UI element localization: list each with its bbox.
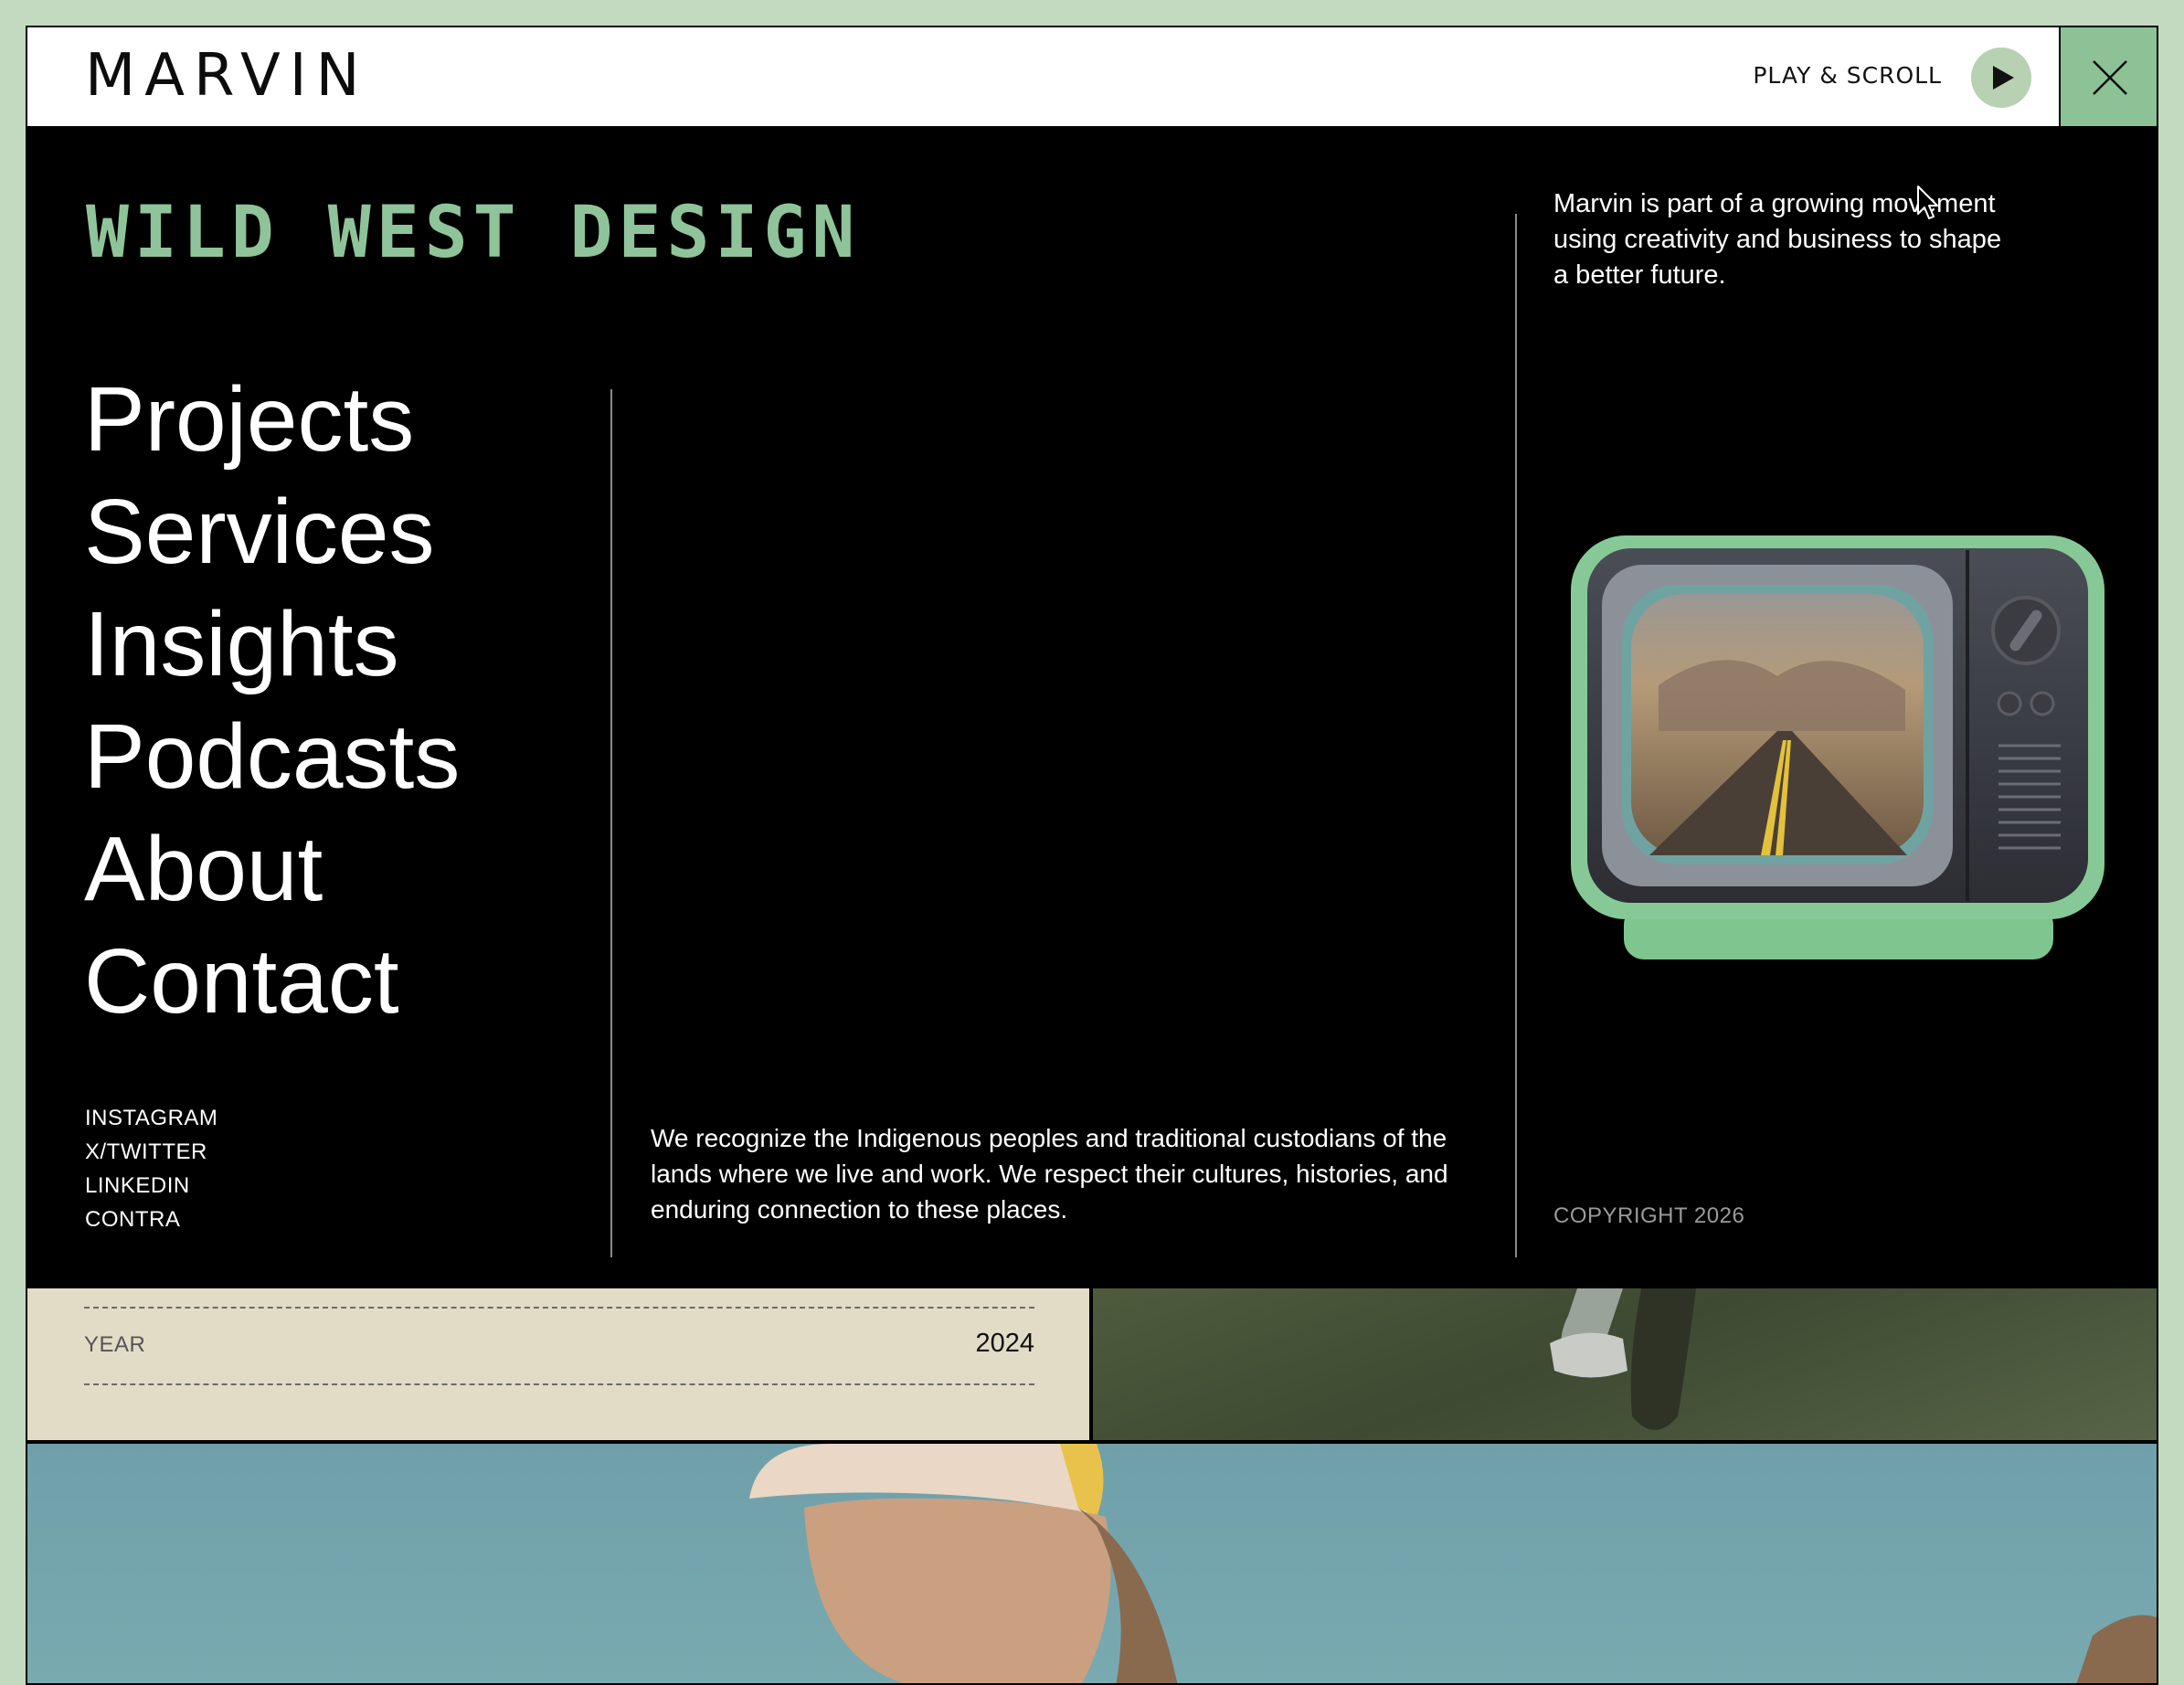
play-button[interactable] bbox=[1971, 48, 2031, 108]
play-icon bbox=[1993, 66, 2014, 90]
divider-right bbox=[1515, 214, 1517, 1257]
social-link-instagram[interactable]: INSTAGRAM bbox=[85, 1101, 217, 1135]
social-link-contra[interactable]: CONTRA bbox=[85, 1203, 217, 1236]
play-scroll-label[interactable]: PLAY & SCROLL bbox=[1753, 62, 1942, 89]
nav-item-about[interactable]: About bbox=[84, 813, 460, 926]
year-label: YEAR bbox=[84, 1332, 146, 1357]
close-icon bbox=[2093, 60, 2127, 95]
portrait-illustration bbox=[749, 1444, 2157, 1683]
close-menu-button[interactable] bbox=[2059, 27, 2157, 126]
land-acknowledgement: We recognize the Indigenous peoples and … bbox=[651, 1124, 1448, 1224]
social-link-linkedin[interactable]: LINKEDIN bbox=[85, 1169, 217, 1203]
year-row: YEAR 2024 bbox=[84, 1307, 1034, 1385]
company-blurb: Marvin is part of a growing movement usi… bbox=[1553, 189, 2002, 290]
shoe-illustration bbox=[1550, 1288, 1696, 1430]
divider-left bbox=[610, 389, 612, 1257]
year-value: 2024 bbox=[975, 1329, 1034, 1358]
nav-item-projects[interactable]: Projects bbox=[84, 364, 460, 476]
copyright-text: COPYRIGHT 2026 bbox=[1553, 1203, 1745, 1228]
social-links: INSTAGRAM X/TWITTER LINKEDIN CONTRA bbox=[85, 1101, 217, 1236]
nav-item-insights[interactable]: Insights bbox=[84, 588, 460, 701]
nav-item-contact[interactable]: Contact bbox=[84, 926, 460, 1038]
nav-item-services[interactable]: Services bbox=[84, 476, 460, 588]
site-frame: MARVIN PLAY & SCROLL WILD WEST DESIGN Pr… bbox=[26, 26, 2158, 1685]
marvin-logo[interactable]: MARVIN bbox=[85, 44, 369, 108]
site-header: MARVIN PLAY & SCROLL bbox=[27, 27, 2157, 128]
project-photo-portrait bbox=[27, 1442, 2157, 1683]
social-link-twitter[interactable]: X/TWITTER bbox=[85, 1135, 217, 1169]
project-photo-shoes bbox=[1093, 1288, 2157, 1440]
nav-item-podcasts[interactable]: Podcasts bbox=[84, 701, 460, 813]
pointer-cursor-icon bbox=[1917, 185, 1938, 219]
main-nav: Projects Services Insights Podcasts Abou… bbox=[84, 364, 460, 1038]
retro-tv-illustration bbox=[1571, 535, 2104, 959]
brand-title: WILD WEST DESIGN bbox=[86, 192, 861, 274]
project-info-panel: YEAR 2024 bbox=[27, 1288, 1091, 1440]
menu-overlay: WILD WEST DESIGN Projects Services Insig… bbox=[27, 128, 2157, 1288]
